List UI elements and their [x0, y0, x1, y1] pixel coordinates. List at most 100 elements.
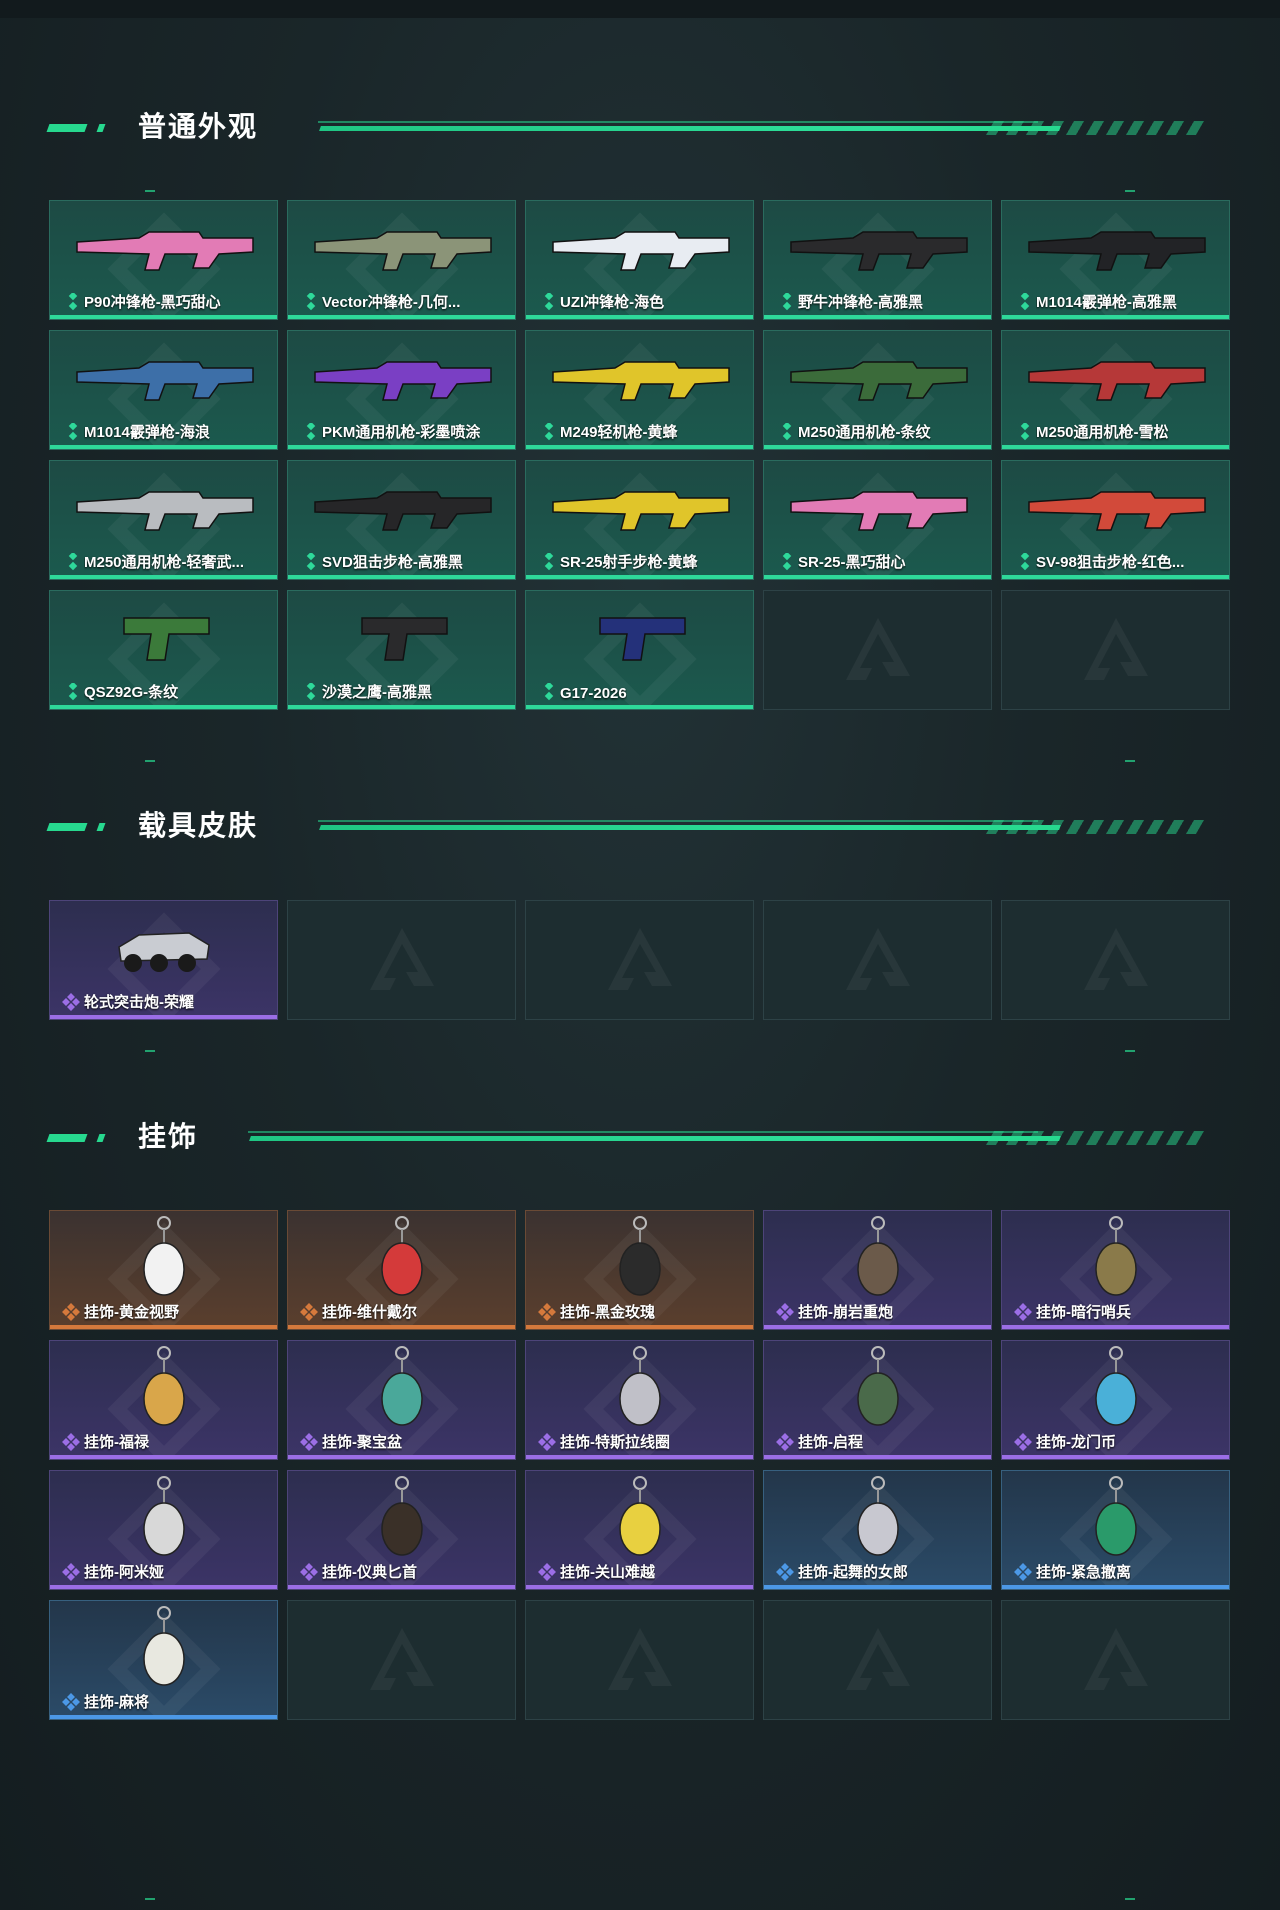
item-thumbnail — [50, 201, 277, 295]
rarity-bar — [50, 1585, 277, 1589]
item-label: 挂饰-启程 — [798, 1434, 863, 1451]
rarity-green-icon — [544, 683, 554, 701]
rarity-bar — [526, 1455, 753, 1459]
weapon-skin-card[interactable]: M1014霰弹枪-高雅黑 — [1001, 200, 1230, 320]
rarity-bar — [1002, 1455, 1229, 1459]
rarity-bar — [288, 575, 515, 579]
weapon-skin-card[interactable]: SVD狙击步枪-高雅黑 — [287, 460, 516, 580]
item-thumbnail — [50, 331, 277, 425]
section-title: 挂饰 — [138, 1121, 199, 1152]
charm-card[interactable]: 挂饰-聚宝盆 — [287, 1340, 516, 1460]
charm-card[interactable]: 挂饰-福禄 — [49, 1340, 278, 1460]
weapon-skin-card[interactable]: P90冲锋枪-黑巧甜心 — [49, 200, 278, 320]
empty-slot — [1001, 1600, 1230, 1720]
charm-fortune-icon — [142, 1346, 185, 1426]
charm-card[interactable]: 挂饰-关山难越 — [525, 1470, 754, 1590]
item-label: 挂饰-麻将 — [84, 1694, 149, 1711]
rarity-purple-icon — [62, 1433, 80, 1451]
sr25-rifle-pink-skin-icon — [789, 491, 968, 531]
charm-card[interactable]: 挂饰-黑金玫瑰 — [525, 1210, 754, 1330]
weapon-skin-card[interactable]: M1014霰弹枪-海浪 — [49, 330, 278, 450]
charm-treasure-bowl-icon — [380, 1346, 423, 1426]
corner-tick — [145, 1898, 155, 1900]
weapon-skin-card[interactable]: PKM通用机枪-彩墨喷涂 — [287, 330, 516, 450]
item-label: 挂饰-起舞的女郎 — [798, 1564, 908, 1581]
charm-card[interactable]: 挂饰-崩岩重炮 — [763, 1210, 992, 1330]
uzi-smg-blue-white-skin-icon — [551, 231, 730, 271]
charm-card[interactable]: 挂饰-启程 — [763, 1340, 992, 1460]
header-dash — [46, 124, 88, 132]
item-thumbnail — [288, 461, 515, 555]
weapon-skin-card[interactable]: Vector冲锋枪-几何... — [287, 200, 516, 320]
weapon-skin-card[interactable]: G17-2026 — [525, 590, 754, 710]
m1014-shotgun-wave-skin-icon — [75, 361, 254, 401]
charm-card[interactable]: 挂饰-特斯拉线圈 — [525, 1340, 754, 1460]
charm-card[interactable]: 挂饰-暗行哨兵 — [1001, 1210, 1230, 1330]
charm-card[interactable]: 挂饰-麻将 — [49, 1600, 278, 1720]
rarity-bar — [288, 1325, 515, 1329]
charm-card[interactable]: 挂饰-起舞的女郎 — [763, 1470, 992, 1590]
item-label: M249轻机枪-黄蜂 — [560, 424, 678, 441]
rarity-bar — [50, 1015, 277, 1019]
rarity-bar — [764, 575, 991, 579]
item-thumbnail — [1002, 331, 1229, 425]
weapon-skin-card[interactable]: 沙漠之鹰-高雅黑 — [287, 590, 516, 710]
charm-card[interactable]: 挂饰-仪典匕首 — [287, 1470, 516, 1590]
section-header-charms: 挂饰 — [46, 1117, 1205, 1157]
rarity-purple-icon — [776, 1303, 794, 1321]
charm-grid: 挂饰-黄金视野 挂饰-维什戴尔 挂饰-黑金玫瑰 挂饰-崩岩重炮 挂饰-暗行哨兵挂饰-福禄… — [49, 1210, 1231, 1720]
charm-card[interactable]: 挂饰-龙门币 — [1001, 1340, 1230, 1460]
rarity-green-icon — [544, 293, 554, 311]
weapon-skin-card[interactable]: M250通用机枪-雪松 — [1001, 330, 1230, 450]
item-label: 挂饰-阿米娅 — [84, 1564, 164, 1581]
item-thumbnail — [50, 461, 277, 555]
rarity-bar — [526, 705, 753, 709]
item-thumbnail — [764, 1471, 991, 1565]
header-line — [318, 820, 1038, 822]
rarity-bar — [1002, 575, 1229, 579]
vehicle-skin-card[interactable]: 轮式突击炮-荣耀 — [49, 900, 278, 1020]
corner-tick — [145, 1050, 155, 1052]
weapon-skin-card[interactable]: SR-25-黑巧甜心 — [763, 460, 992, 580]
empty-slot — [763, 590, 992, 710]
empty-slot-logo-icon — [845, 618, 910, 680]
weapon-skin-card[interactable]: M249轻机枪-黄蜂 — [525, 330, 754, 450]
corner-tick — [1125, 190, 1135, 192]
rarity-bar — [288, 445, 515, 449]
rarity-green-icon — [1020, 423, 1030, 441]
item-thumbnail — [526, 331, 753, 425]
weapon-skin-card[interactable]: SR-25射手步枪-黄蜂 — [525, 460, 754, 580]
charm-card[interactable]: 挂饰-黄金视野 — [49, 1210, 278, 1330]
rarity-bar — [526, 1325, 753, 1329]
rarity-bar — [764, 1585, 991, 1589]
vector-smg-camo-skin-icon — [313, 231, 492, 271]
empty-slot — [1001, 590, 1230, 710]
rarity-blue-icon — [1014, 1563, 1032, 1581]
item-thumbnail — [764, 1341, 991, 1435]
rarity-bar — [288, 315, 515, 319]
item-thumbnail — [50, 1601, 277, 1695]
item-label: SR-25-黑巧甜心 — [798, 554, 906, 571]
charm-amiya-icon — [142, 1476, 185, 1556]
weapon-skin-card[interactable]: SV-98狙击步枪-红色... — [1001, 460, 1230, 580]
weapon-skin-card[interactable]: M250通用机枪-条纹 — [763, 330, 992, 450]
empty-slot — [525, 900, 754, 1020]
header-dash — [96, 124, 106, 132]
item-label: PKM通用机枪-彩墨喷涂 — [322, 424, 481, 441]
item-label: P90冲锋枪-黑巧甜心 — [84, 294, 221, 311]
item-label: 挂饰-黄金视野 — [84, 1304, 179, 1321]
rarity-purple-icon — [300, 1433, 318, 1451]
empty-slot-logo-icon — [845, 1628, 910, 1690]
rarity-green-icon — [306, 553, 316, 571]
item-thumbnail — [1002, 201, 1229, 295]
weapon-skin-card[interactable]: 野牛冲锋枪-高雅黑 — [763, 200, 992, 320]
charm-card[interactable]: 挂饰-紧急撤离 — [1001, 1470, 1230, 1590]
charm-card[interactable]: 挂饰-阿米娅 — [49, 1470, 278, 1590]
bizon-smg-black-skin-icon — [789, 231, 968, 271]
weapon-skin-card[interactable]: QSZ92G-条纹 — [49, 590, 278, 710]
m250-mg-cedar-skin-icon — [1027, 361, 1206, 401]
charm-black-gold-rose-icon — [618, 1216, 661, 1296]
weapon-skin-card[interactable]: UZI冲锋枪-海色 — [525, 200, 754, 320]
charm-card[interactable]: 挂饰-维什戴尔 — [287, 1210, 516, 1330]
weapon-skin-card[interactable]: M250通用机枪-轻奢武... — [49, 460, 278, 580]
